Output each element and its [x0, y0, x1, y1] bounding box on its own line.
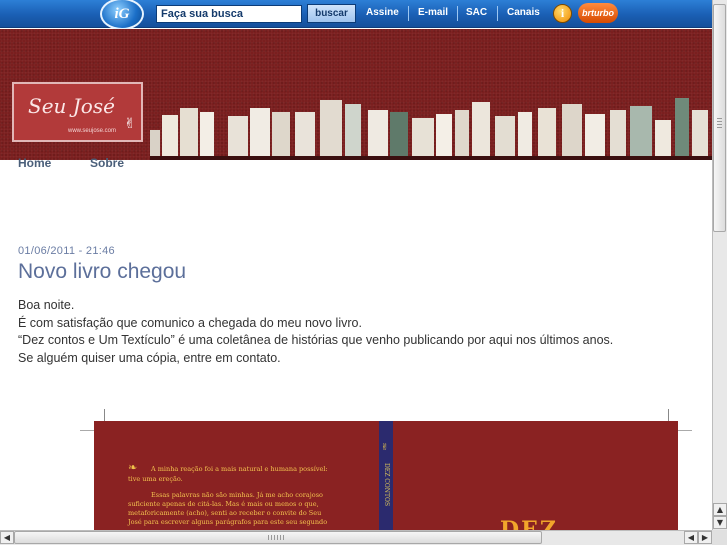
cover-text-line: A minha reação foi a mais natural e huma… — [151, 465, 328, 473]
nav-sobre[interactable]: Sobre — [90, 156, 124, 170]
cover-spine-text: DEZ CONTOS — [383, 463, 390, 507]
browser-viewport: iG Faça sua busca buscar Assine E-mail S… — [0, 0, 712, 530]
scroll-down-button[interactable]: ▼ — [713, 516, 727, 529]
cover-crop-mark — [104, 409, 105, 421]
post-date: 01/06/2011 - 21:46 — [18, 245, 115, 257]
scroll-grip — [717, 118, 722, 130]
bookshelf-image — [150, 87, 712, 160]
scroll-grip — [268, 535, 284, 540]
ig-logo[interactable]: iG — [100, 0, 144, 30]
topnav-assine[interactable]: Assine — [366, 7, 399, 18]
ig-toolbar: iG Faça sua busca buscar Assine E-mail S… — [0, 0, 712, 30]
book-cover-image: ✌ DEZ CONTOS ❧ A minha reação foi a mais… — [94, 421, 678, 530]
post-title[interactable]: Novo livro chegou — [18, 260, 186, 284]
scroll-right-button[interactable]: ▶ — [698, 531, 712, 544]
brturbo-logo[interactable]: brturbo — [578, 3, 618, 23]
topnav-canais[interactable]: Canais — [507, 7, 540, 18]
topnav-email[interactable]: E-mail — [418, 7, 448, 18]
nav-home[interactable]: Home — [18, 156, 51, 170]
scroll-left-button[interactable]: ◀ — [0, 531, 14, 544]
cover-text-line: José para escrever alguns parágrafos par… — [128, 518, 328, 526]
cover-crop-mark — [668, 409, 669, 421]
scrollbar-corner — [712, 530, 727, 545]
search-input[interactable]: Faça sua busca — [156, 5, 302, 23]
post-paragraph: “Dez contos e Um Textículo” é uma coletâ… — [18, 333, 614, 347]
ig-logo-text: iG — [114, 6, 130, 22]
header-banner: Seu José www.seujose.com ✌ — [0, 29, 712, 160]
cover-text-line: tive uma ereção. — [128, 475, 183, 483]
topnav-divider — [457, 6, 458, 21]
post-paragraph: Boa noite. — [18, 298, 75, 312]
shelf — [150, 156, 712, 160]
ornament-icon: ❧ — [128, 461, 138, 474]
scroll-left-button[interactable]: ◀ — [684, 531, 698, 544]
info-icon[interactable]: i — [553, 4, 572, 23]
site-logo-url: www.seujose.com — [68, 128, 117, 134]
peace-hand-icon: ✌ — [124, 116, 136, 132]
search-button[interactable]: buscar — [307, 4, 356, 23]
site-logo-text: Seu José — [28, 94, 115, 118]
scroll-up-button[interactable]: ▲ — [713, 503, 727, 516]
topnav-divider — [497, 6, 498, 21]
post-paragraph: É com satisfação que comunico a chegada … — [18, 316, 362, 330]
cover-text-line: metaforicamente (acho), senti ao receber… — [128, 509, 322, 517]
site-logo[interactable]: Seu José www.seujose.com ✌ — [12, 82, 143, 142]
cover-text-line: suficiente apenas de citá-las. Mas é mai… — [128, 500, 319, 508]
cover-text-line: Essas palavras não são minhas. Já me ach… — [151, 491, 323, 499]
cover-title: DEZ — [500, 517, 558, 530]
topnav-sac[interactable]: SAC — [466, 7, 487, 18]
topnav-divider — [408, 6, 409, 21]
post-paragraph: Se alguém quiser uma cópia, entre em con… — [18, 351, 281, 365]
peace-hand-icon: ✌ — [381, 443, 389, 453]
